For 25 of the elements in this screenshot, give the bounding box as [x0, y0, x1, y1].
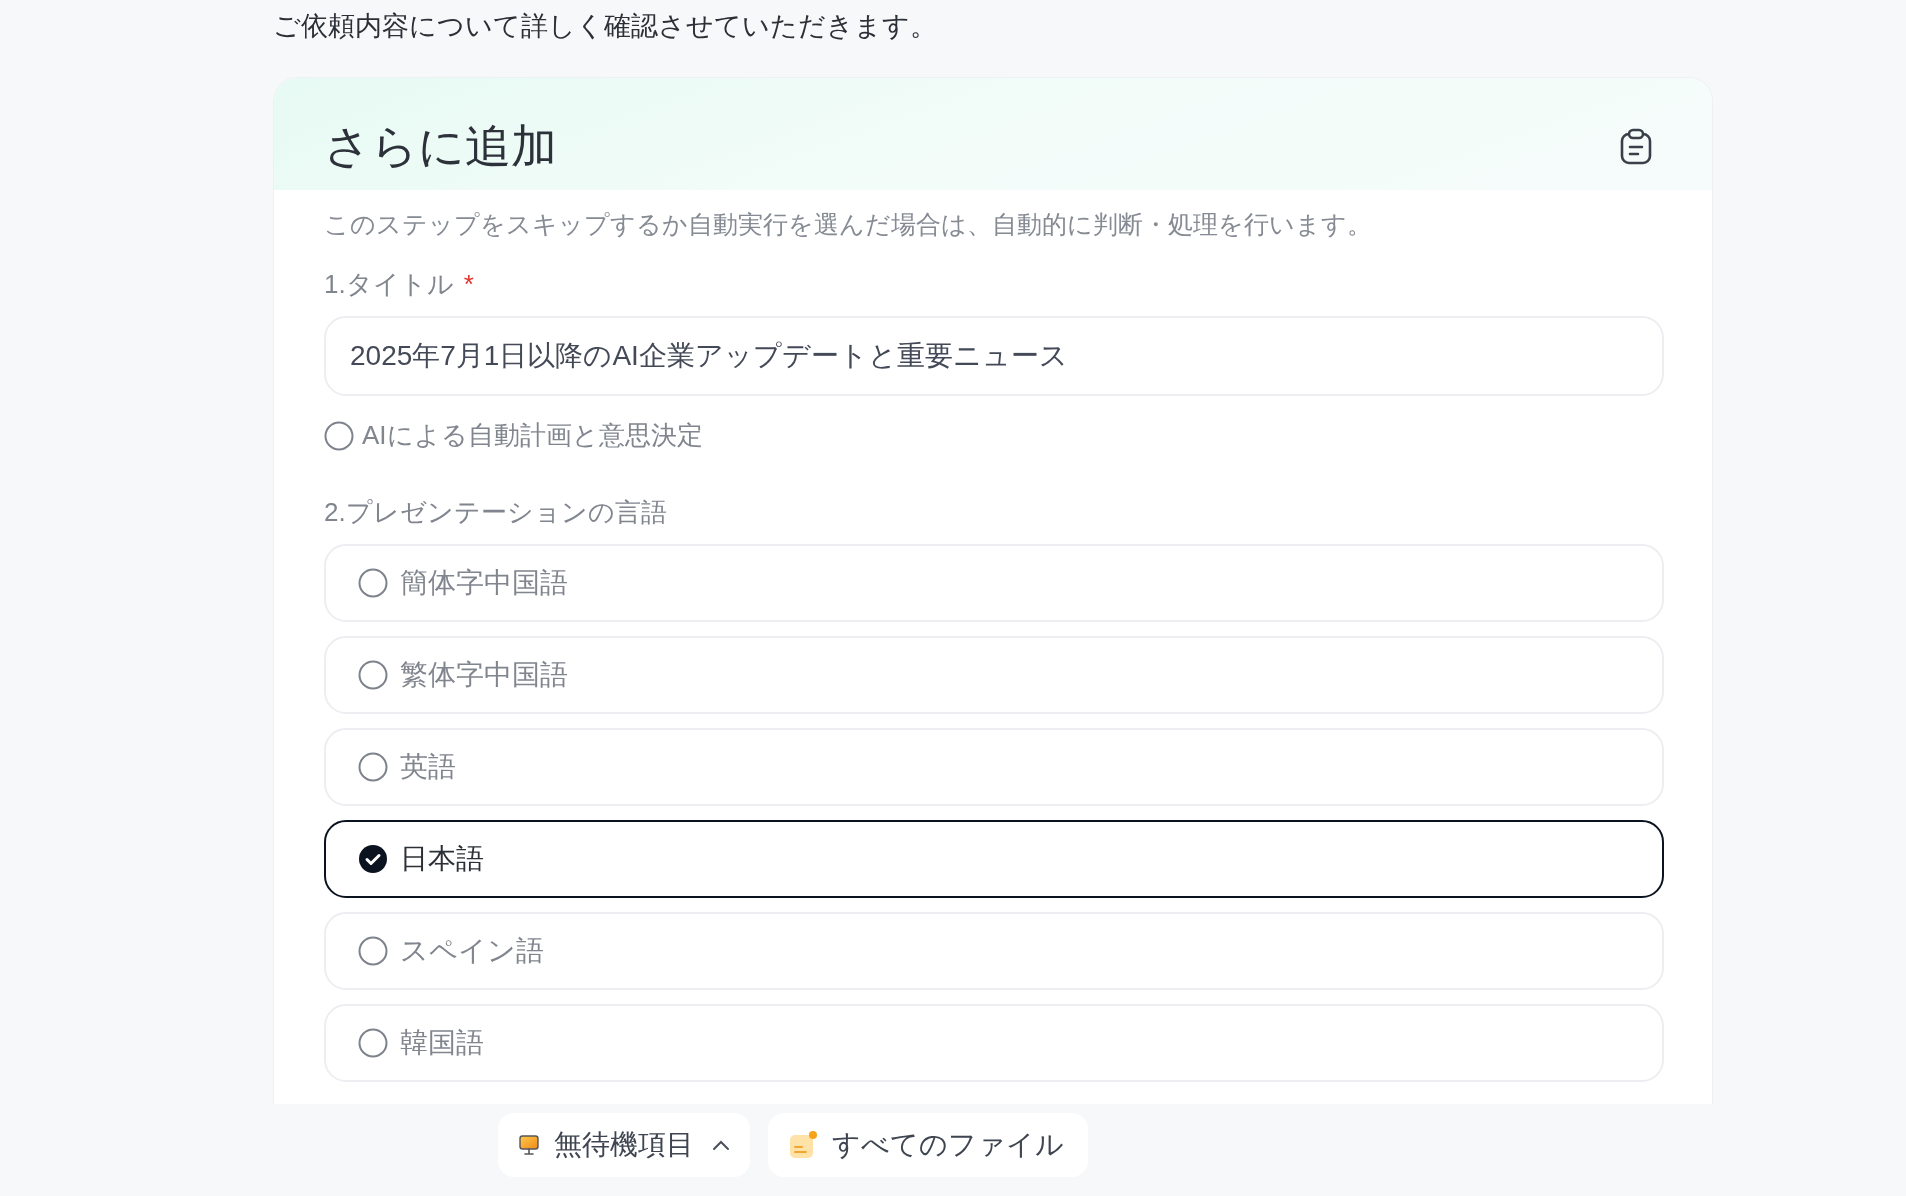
option-label[interactable]: AIによる自動計画と意思決定 [362, 418, 703, 453]
radio-icon [358, 936, 388, 966]
tasks-button[interactable]: 無待機項目 [498, 1113, 750, 1177]
files-button[interactable]: すべてのファイル [768, 1113, 1088, 1177]
radio-icon [358, 568, 388, 598]
language-option[interactable]: スペイン語 [324, 912, 1664, 990]
language-option[interactable]: 韓国語 [324, 1004, 1664, 1082]
clipboard-icon [1618, 128, 1654, 166]
language-option[interactable]: 繁体字中国語 [324, 636, 1664, 714]
radio-icon [358, 1028, 388, 1058]
intro-text: ご依頼内容について詳しく確認させていただきます。 [273, 10, 938, 43]
question-label: 2.プレゼンテーションの言語 [324, 496, 667, 529]
checked-radio-icon [358, 844, 388, 874]
language-option[interactable]: 英語 [324, 728, 1664, 806]
description-text: このステップをスキップするか自動実行を選んだ場合は、自動的に判断・処理を行います。 [324, 209, 1373, 240]
language-option[interactable]: 日本語 [324, 820, 1664, 898]
card-title: さらに追加 [324, 119, 557, 174]
title-input-field[interactable]: 2025年7月1日以降のAI企業アップデートと重要ニュース [324, 316, 1664, 396]
language-option[interactable]: 簡体字中国語 [324, 544, 1664, 622]
required-mark: * [463, 269, 474, 300]
monitor-icon [518, 1134, 540, 1156]
radio-icon [358, 660, 388, 690]
field-label: 1.タイトル [324, 268, 454, 301]
radio-icon [358, 752, 388, 782]
note-icon [788, 1130, 818, 1160]
